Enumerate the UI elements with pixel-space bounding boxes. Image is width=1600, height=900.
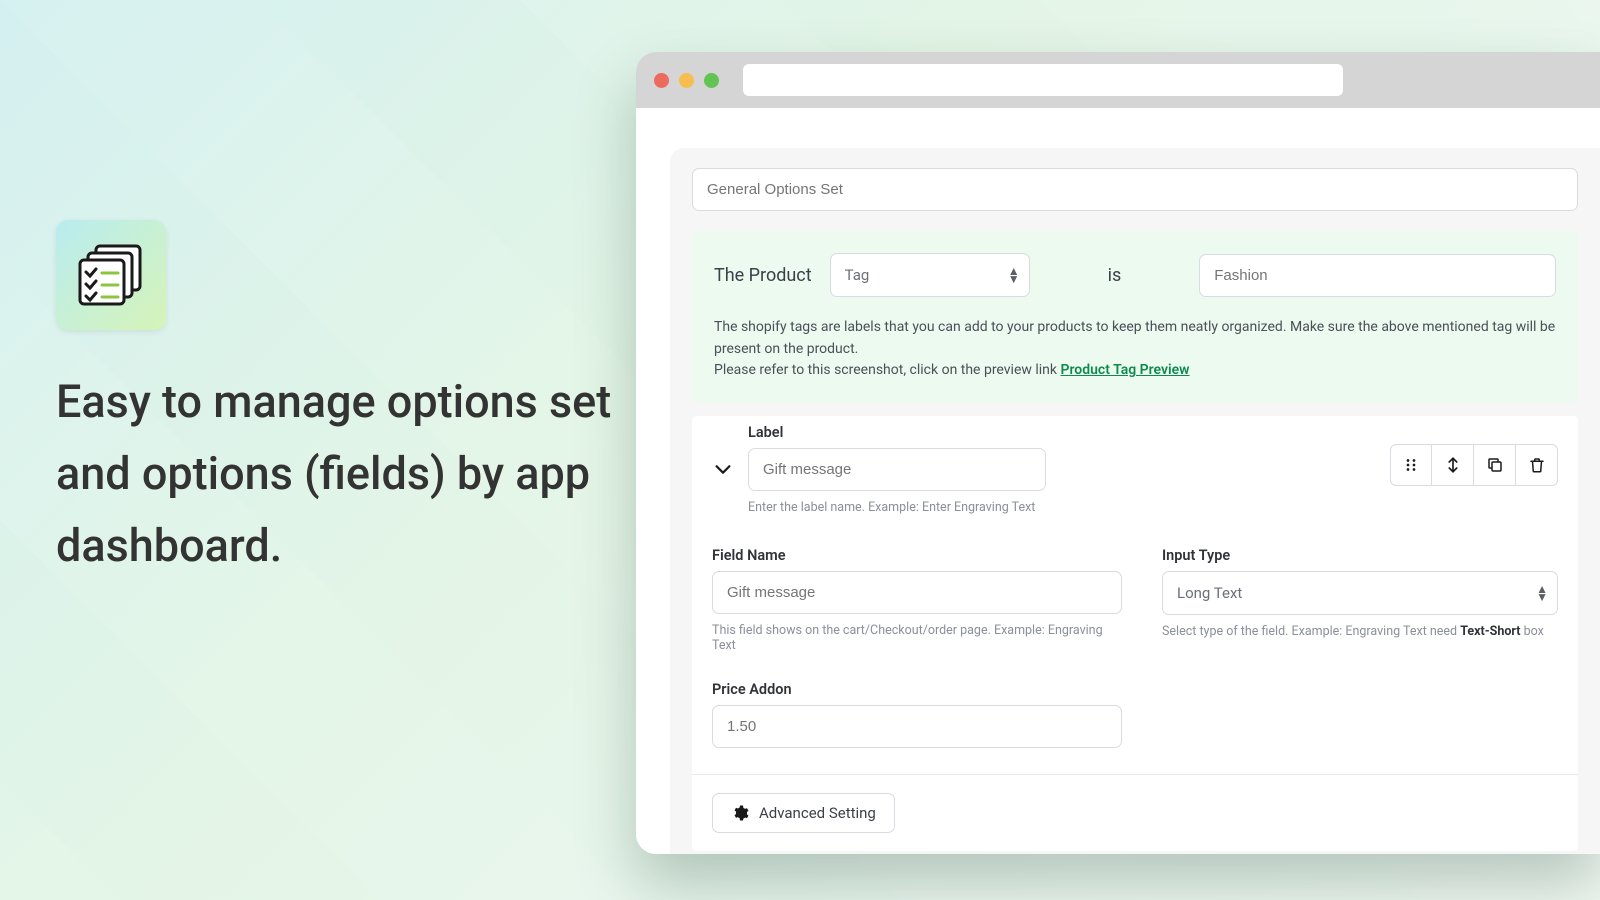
app-window: The Product Tag ▲▼ is The shopify tags a…	[636, 52, 1600, 854]
field-card: Label Enter the label name. Example: Ent…	[692, 416, 1578, 851]
app-icon	[56, 220, 166, 330]
field-name-hint: This field shows on the cart/Checkout/or…	[712, 623, 1122, 653]
delete-icon[interactable]	[1516, 444, 1558, 486]
product-tag-preview-link[interactable]: Product Tag Preview	[1060, 362, 1189, 378]
input-type-hint: Select type of the field. Example: Engra…	[1162, 624, 1558, 639]
options-panel: The Product Tag ▲▼ is The shopify tags a…	[670, 148, 1600, 854]
rule-lead: The Product	[714, 265, 812, 286]
collapse-toggle[interactable]	[712, 458, 734, 480]
label-field-label: Label	[748, 424, 1046, 441]
price-addon-input[interactable]	[712, 705, 1122, 748]
rule-help: The shopify tags are labels that you can…	[714, 317, 1556, 382]
drag-handle-icon[interactable]	[1390, 444, 1432, 486]
rule-op: is	[1108, 265, 1122, 286]
product-rule: The Product Tag ▲▼ is The shopify tags a…	[692, 231, 1578, 402]
input-type-label: Input Type	[1162, 547, 1558, 564]
label-input[interactable]	[748, 448, 1046, 491]
duplicate-icon[interactable]	[1474, 444, 1516, 486]
window-titlebar	[636, 52, 1600, 108]
input-type-select[interactable]: Long Text	[1162, 571, 1558, 615]
price-addon-label: Price Addon	[712, 681, 1558, 698]
gear-icon	[731, 804, 749, 822]
field-name-label: Field Name	[712, 547, 1122, 564]
advanced-setting-button[interactable]: Advanced Setting	[712, 793, 895, 833]
maximize-dot[interactable]	[704, 73, 719, 88]
minimize-dot[interactable]	[679, 73, 694, 88]
rule-value-input[interactable]	[1199, 254, 1556, 297]
field-name-input[interactable]	[712, 571, 1122, 614]
close-dot[interactable]	[654, 73, 669, 88]
rule-attribute-select[interactable]: Tag	[830, 253, 1030, 297]
reorder-icon[interactable]	[1432, 444, 1474, 486]
address-bar[interactable]	[743, 64, 1343, 96]
marketing-headline: Easy to manage options set and options (…	[56, 366, 616, 582]
options-set-input[interactable]	[692, 168, 1578, 211]
label-hint: Enter the label name. Example: Enter Eng…	[748, 500, 1046, 515]
